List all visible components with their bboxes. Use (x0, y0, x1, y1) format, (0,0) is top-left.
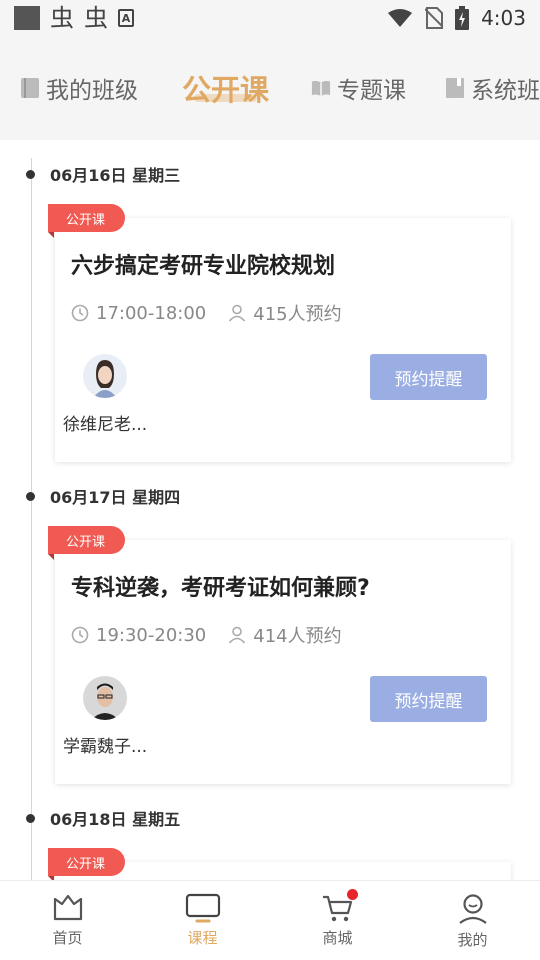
tab-topic-course[interactable]: 专题课 (311, 36, 406, 140)
nav-shop[interactable]: 商城 (270, 881, 405, 960)
active-tab-indicator (194, 94, 258, 102)
open-course-badge: 公开课 (48, 526, 125, 554)
person-icon (458, 894, 487, 924)
bottom-nav: 首页 课程 商城 我的 (0, 880, 540, 960)
teacher-name: 徐维尼老... (63, 415, 148, 435)
book-icon (446, 78, 464, 98)
teacher-avatar[interactable] (83, 676, 127, 720)
nav-label: 课程 (187, 929, 218, 947)
notebook-icon (21, 78, 39, 98)
person-icon (229, 304, 246, 322)
timeline-dot (26, 169, 35, 179)
timeline-dot (26, 813, 35, 823)
nav-mine[interactable]: 我的 (405, 881, 540, 960)
tab-system-class[interactable]: 系统班 (445, 36, 540, 140)
teacher-name: 学霸魏子... (63, 737, 148, 757)
tab-label: 我的班级 (46, 78, 138, 104)
teacher-avatar[interactable] (83, 354, 127, 398)
tab-my-class[interactable]: 我的班级 (20, 36, 138, 140)
status-bar: 虫 虫 A 4:03 (0, 0, 540, 36)
timeline-dot (26, 491, 35, 501)
remind-me-button[interactable]: 预约提醒 (370, 354, 487, 400)
clock-icon (71, 626, 89, 644)
nav-label: 我的 (457, 931, 488, 949)
app-notification-icon: 虫 (50, 4, 74, 32)
course-card[interactable]: 专科逆袭，考研考证如何兼顾? 19:30-20:30 414人预约 学霸魏子..… (55, 540, 511, 784)
app-notification-icon: 虫 (84, 4, 108, 32)
nav-label: 商城 (322, 929, 353, 947)
course-title: 专科逆袭，考研考证如何兼顾? (71, 576, 370, 601)
date-label: 06月17日 星期四 (50, 488, 181, 507)
course-type-tabs: 我的班级 公开课 专题课 系统班 (0, 36, 540, 140)
no-sim-icon (425, 7, 444, 29)
remind-me-button[interactable]: 预约提醒 (370, 676, 487, 722)
course-card[interactable]: 六步搞定考研专业院校规划 17:00-18:00 415人预约 徐维尼老... … (55, 218, 511, 462)
notification-square-icon (14, 6, 40, 30)
date-label: 06月16日 星期三 (50, 166, 181, 185)
date-header: 06月17日 星期四 (26, 484, 180, 508)
a-notification-icon: A (118, 9, 134, 27)
course-meta: 19:30-20:30 414人预约 (71, 622, 342, 648)
wifi-icon (388, 9, 413, 27)
date-label: 06月18日 星期五 (50, 810, 181, 829)
battery-charging-icon (455, 6, 470, 30)
notification-dot (347, 889, 358, 900)
tab-open-course[interactable]: 公开课 (182, 36, 269, 140)
person-icon (229, 626, 246, 644)
status-time: 4:03 (481, 6, 526, 30)
date-header: 06月16日 星期三 (26, 162, 180, 186)
tv-icon (185, 893, 220, 923)
open-course-badge: 公开课 (48, 204, 125, 232)
course-timeline[interactable]: 06月16日 星期三 公开课 六步搞定考研专业院校规划 17:00-18:00 … (0, 140, 540, 880)
course-title: 六步搞定考研专业院校规划 (71, 254, 336, 279)
tab-label: 专题课 (337, 78, 406, 104)
course-time: 19:30-20:30 (96, 624, 207, 646)
nav-home[interactable]: 首页 (0, 881, 135, 960)
course-time: 17:00-18:00 (96, 302, 207, 324)
tab-label: 系统班 (471, 78, 540, 104)
open-book-icon (311, 80, 331, 97)
open-course-badge: 公开课 (48, 848, 125, 876)
reservation-count: 414人预约 (253, 626, 342, 647)
tab-label: 公开课 (182, 73, 270, 107)
clock-icon (71, 304, 89, 322)
date-header: 06月18日 星期五 (26, 806, 180, 830)
reservation-count: 415人预约 (253, 304, 342, 325)
nav-course[interactable]: 课程 (135, 881, 270, 960)
home-crown-icon (53, 894, 82, 921)
course-meta: 17:00-18:00 415人预约 (71, 300, 342, 326)
nav-label: 首页 (52, 929, 83, 947)
timeline-line (31, 158, 32, 880)
screen: 虫 虫 A 4:03 我的班级 公开课 专题课 系统班 06月16日 星期三 公… (0, 0, 540, 960)
